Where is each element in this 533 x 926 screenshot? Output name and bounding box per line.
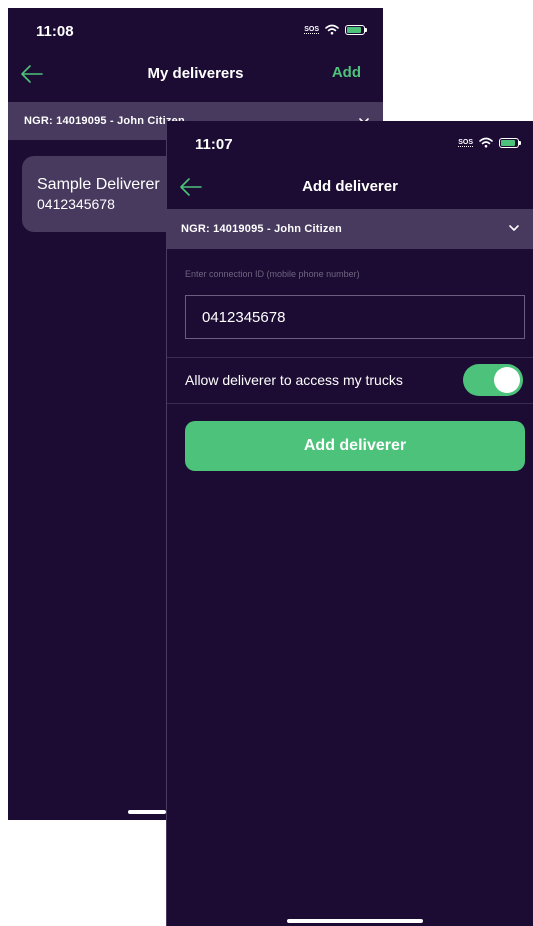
divider (167, 403, 533, 404)
sos-indicator: SOS (458, 138, 473, 147)
status-icons: SOS (304, 24, 367, 35)
arrow-left-icon[interactable] (177, 173, 205, 201)
add-deliverer-button[interactable]: Add deliverer (185, 421, 525, 471)
battery-charging-icon (499, 137, 521, 148)
nav-bar: My deliverers Add (8, 54, 383, 94)
connection-id-input[interactable] (185, 295, 525, 339)
account-selector[interactable]: NGR: 14019095 - John Citizen (167, 209, 533, 249)
wifi-icon (479, 137, 493, 148)
status-time: 11:07 (195, 136, 233, 153)
page-title: My deliverers (147, 65, 244, 82)
status-icons: SOS (458, 137, 521, 148)
allow-access-label: Allow deliverer to access my trucks (185, 372, 403, 388)
add-button[interactable]: Add (332, 64, 361, 81)
page-title: Add deliverer (302, 178, 398, 195)
allow-access-toggle[interactable] (463, 364, 523, 396)
chevron-down-icon (509, 225, 519, 231)
account-label: NGR: 14019095 - John Citizen (181, 223, 342, 235)
status-time: 11:08 (36, 23, 74, 40)
allow-access-row: Allow deliverer to access my trucks (167, 357, 533, 403)
arrow-left-icon[interactable] (18, 60, 46, 88)
deliverer-name: Sample Deliverer (37, 176, 160, 193)
home-indicator (287, 919, 423, 923)
nav-bar: Add deliverer (167, 167, 533, 207)
sos-indicator: SOS (304, 25, 319, 34)
add-deliverer-screen: 11:07 SOS Add deliverer NGR: 14019095 - … (166, 121, 533, 926)
battery-charging-icon (345, 24, 367, 35)
account-label: NGR: 14019095 - John Citizen (24, 115, 185, 127)
connection-id-hint: Enter connection ID (mobile phone number… (185, 269, 360, 279)
status-bar: 11:07 SOS (167, 121, 533, 167)
home-indicator (128, 810, 166, 814)
status-bar: 11:08 SOS (8, 8, 383, 54)
deliverer-phone: 0412345678 (37, 196, 115, 212)
wifi-icon (325, 24, 339, 35)
toggle-knob (494, 367, 520, 393)
